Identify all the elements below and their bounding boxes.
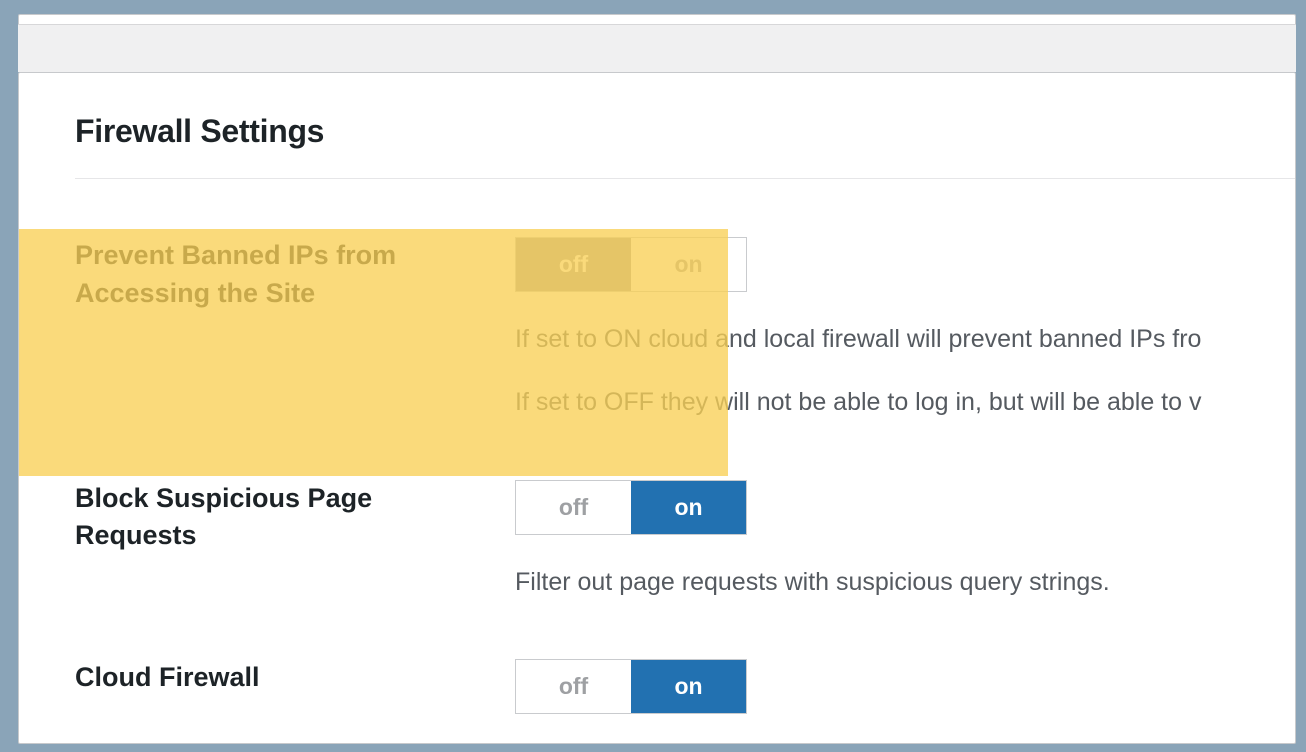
section-title: Firewall Settings (75, 113, 1295, 150)
setting-row-block-suspicious: Block Suspicious Page Requests off on Fi… (75, 422, 1295, 602)
setting-label-col: Cloud Firewall (75, 659, 515, 697)
toggle-prevent-banned[interactable]: off on (515, 237, 747, 292)
setting-row-cloud-firewall: Cloud Firewall off on The list of 600+ m… (75, 601, 1295, 744)
setting-desc-prevent-banned-2: If set to OFF they will not be able to l… (515, 383, 1295, 422)
background-strip (18, 24, 1296, 72)
page-frame: Firewall Settings Prevent Banned IPs fro… (0, 0, 1306, 752)
setting-desc-prevent-banned-1: If set to ON cloud and local firewall wi… (515, 320, 1295, 359)
setting-label-cloud-firewall: Cloud Firewall (75, 659, 485, 697)
setting-label-col: Block Suspicious Page Requests (75, 480, 515, 556)
setting-control-col: off on Filter out page requests with sus… (515, 480, 1295, 602)
toggle-off-option[interactable]: off (516, 481, 631, 534)
setting-desc-cloud-firewall: The list of 600+ million IPs can sometim… (515, 742, 1295, 744)
toggle-on-option[interactable]: on (631, 481, 746, 534)
setting-label-prevent-banned: Prevent Banned IPs from Accessing the Si… (75, 237, 485, 313)
toggle-cloud-firewall[interactable]: off on (515, 659, 747, 714)
toggle-block-suspicious[interactable]: off on (515, 480, 747, 535)
setting-desc-block-suspicious: Filter out page requests with suspicious… (515, 563, 1295, 602)
panel-peek (18, 14, 1296, 24)
setting-row-prevent-banned: Prevent Banned IPs from Accessing the Si… (75, 179, 1295, 422)
toggle-on-option[interactable]: on (631, 660, 746, 713)
toggle-off-option[interactable]: off (516, 238, 631, 291)
setting-control-col: off on The list of 600+ million IPs can … (515, 659, 1295, 744)
setting-label-col: Prevent Banned IPs from Accessing the Si… (75, 237, 515, 313)
setting-control-col: off on If set to ON cloud and local fire… (515, 237, 1295, 422)
toggle-on-option[interactable]: on (631, 238, 746, 291)
firewall-settings-panel: Firewall Settings Prevent Banned IPs fro… (18, 72, 1296, 744)
toggle-off-option[interactable]: off (516, 660, 631, 713)
setting-label-block-suspicious: Block Suspicious Page Requests (75, 480, 485, 556)
